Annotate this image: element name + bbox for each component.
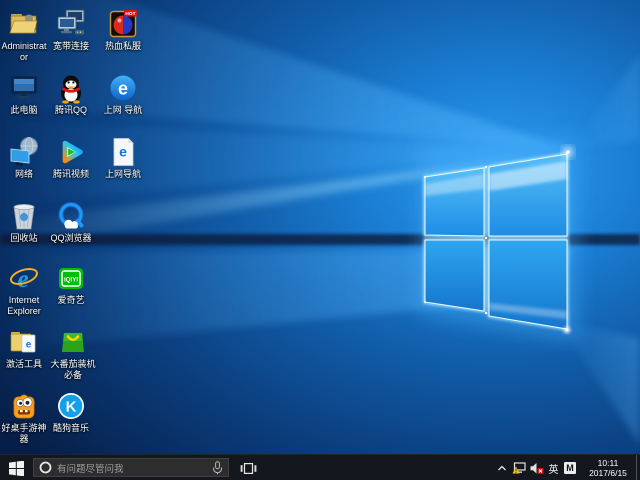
desktop-icon-iqiyi[interactable]: iQIYI 爱奇艺 bbox=[48, 261, 94, 306]
tray-network-status[interactable] bbox=[510, 455, 528, 480]
desktop-icon-qq-browser[interactable]: QQ浏览器 bbox=[48, 199, 94, 244]
desktop-icon-tencent-video[interactable]: 腾讯视频 bbox=[48, 135, 94, 180]
desktop-icon-datomato[interactable]: 大番茄装机必备 bbox=[48, 325, 98, 380]
desktop[interactable]: Administrator 此电脑 bbox=[0, 0, 640, 454]
desktop-icon-kugou-music[interactable]: K 酷狗音乐 bbox=[48, 389, 94, 434]
kugou-icon: K bbox=[55, 389, 88, 422]
microphone-icon[interactable] bbox=[212, 461, 223, 475]
desktop-icon-nav-browser[interactable]: e 上网 导航 bbox=[97, 71, 149, 116]
desktop-icon-label: 宽带连接 bbox=[53, 41, 89, 52]
iqiyi-icon: iQIYI bbox=[55, 261, 88, 294]
desktop-icon-haozhuo-games[interactable]: 好桌手游神器 bbox=[1, 389, 47, 444]
desktop-icon-recycle-bin[interactable]: 回收站 bbox=[1, 199, 47, 244]
network-warning-icon bbox=[512, 462, 527, 475]
activation-folder-icon: e bbox=[8, 325, 41, 358]
svg-text:iQIYI: iQIYI bbox=[64, 276, 78, 283]
task-view-icon bbox=[240, 462, 257, 475]
desktop-icon-label: 腾讯视频 bbox=[53, 169, 89, 180]
desktop-icon-label: 此电脑 bbox=[10, 105, 37, 116]
desktop-icon-label: Administrator bbox=[1, 41, 47, 62]
game-sphere-icon: HOT bbox=[107, 7, 140, 40]
tray-volume-status[interactable] bbox=[528, 455, 545, 480]
desktop-icon-label: 激活工具 bbox=[6, 359, 42, 370]
desktop-icon-label: 上网 导航 bbox=[104, 105, 143, 116]
green-shopping-bag-icon bbox=[57, 325, 90, 358]
edge-document-icon: e bbox=[107, 135, 140, 168]
play-triangle-icon bbox=[55, 135, 88, 168]
orange-monster-icon bbox=[8, 389, 41, 422]
desktop-icon-network[interactable]: 网络 bbox=[1, 135, 47, 180]
network-globe-icon bbox=[8, 135, 41, 168]
desktop-icon-activation-tools[interactable]: e 激活工具 bbox=[1, 325, 47, 370]
wallpaper-windows-hero bbox=[0, 0, 640, 454]
desktop-icon-this-pc[interactable]: 此电脑 bbox=[1, 71, 47, 116]
computer-icon bbox=[8, 71, 41, 104]
desktop-icon-tencent-qq[interactable]: 腾讯QQ bbox=[48, 71, 94, 116]
tray-overflow-button[interactable] bbox=[494, 455, 510, 480]
svg-text:HOT: HOT bbox=[125, 11, 135, 17]
task-view-button[interactable] bbox=[233, 455, 263, 480]
taskbar-clock[interactable]: 10:11 2017/6/15 bbox=[583, 458, 633, 478]
desktop-icon-label: 回收站 bbox=[10, 233, 37, 244]
qq-penguin-icon bbox=[55, 71, 88, 104]
desktop-icon-label: 热血私服 bbox=[105, 41, 141, 52]
taskbar-search-box[interactable]: 有问题尽管问我 bbox=[33, 458, 229, 477]
user-folder-icon bbox=[8, 7, 41, 40]
desktop-icon-label: Internet Explorer bbox=[1, 295, 47, 316]
show-desktop-button[interactable] bbox=[636, 455, 640, 480]
volume-muted-icon bbox=[530, 462, 544, 475]
desktop-icon-label: 好桌手游神器 bbox=[1, 423, 47, 444]
windows-10-desktop-screen: Administrator 此电脑 bbox=[0, 0, 640, 480]
desktop-icon-broadband-connection[interactable]: 宽带连接 bbox=[48, 7, 94, 52]
clock-date: 2017/6/15 bbox=[583, 468, 633, 478]
internet-explorer-icon: e bbox=[8, 261, 41, 294]
dual-monitor-icon bbox=[55, 7, 88, 40]
cortana-icon bbox=[39, 461, 52, 474]
desktop-icon-hot-game[interactable]: HOT 热血私服 bbox=[97, 7, 149, 52]
system-tray: 英 M 10:11 2017/6/15 bbox=[494, 455, 640, 480]
windows-logo-icon bbox=[9, 461, 24, 476]
desktop-icon-label: 爱奇艺 bbox=[57, 295, 84, 306]
desktop-icon-label: 酷狗音乐 bbox=[53, 423, 89, 434]
desktop-icon-label: 网络 bbox=[15, 169, 33, 180]
desktop-icon-label: 上网导航 bbox=[105, 169, 141, 180]
desktop-icon-label: 大番茄装机必备 bbox=[48, 359, 98, 380]
chevron-up-icon bbox=[497, 464, 507, 472]
svg-text:e: e bbox=[26, 339, 32, 350]
desktop-icon-label: 腾讯QQ bbox=[55, 105, 87, 116]
svg-text:e: e bbox=[119, 143, 127, 159]
desktop-icon-nav-edge-doc[interactable]: e 上网导航 bbox=[97, 135, 149, 180]
blue-e-circle-icon: e bbox=[107, 71, 140, 104]
qq-browser-icon bbox=[55, 199, 88, 232]
ime-mode-indicator[interactable]: M bbox=[564, 462, 576, 474]
search-placeholder: 有问题尽管问我 bbox=[57, 461, 207, 475]
svg-text:K: K bbox=[66, 398, 77, 415]
start-button[interactable] bbox=[0, 455, 32, 480]
desktop-icon-administrator[interactable]: Administrator bbox=[1, 7, 47, 62]
ime-language-indicator[interactable]: 英 bbox=[545, 455, 562, 480]
svg-text:e: e bbox=[118, 78, 128, 98]
clock-time: 10:11 bbox=[583, 458, 633, 468]
desktop-icon-label: QQ浏览器 bbox=[50, 233, 91, 244]
desktop-icon-internet-explorer[interactable]: e Internet Explorer bbox=[1, 261, 47, 316]
recycle-bin-icon bbox=[8, 199, 41, 232]
taskbar: 有问题尽管问我 bbox=[0, 454, 640, 480]
